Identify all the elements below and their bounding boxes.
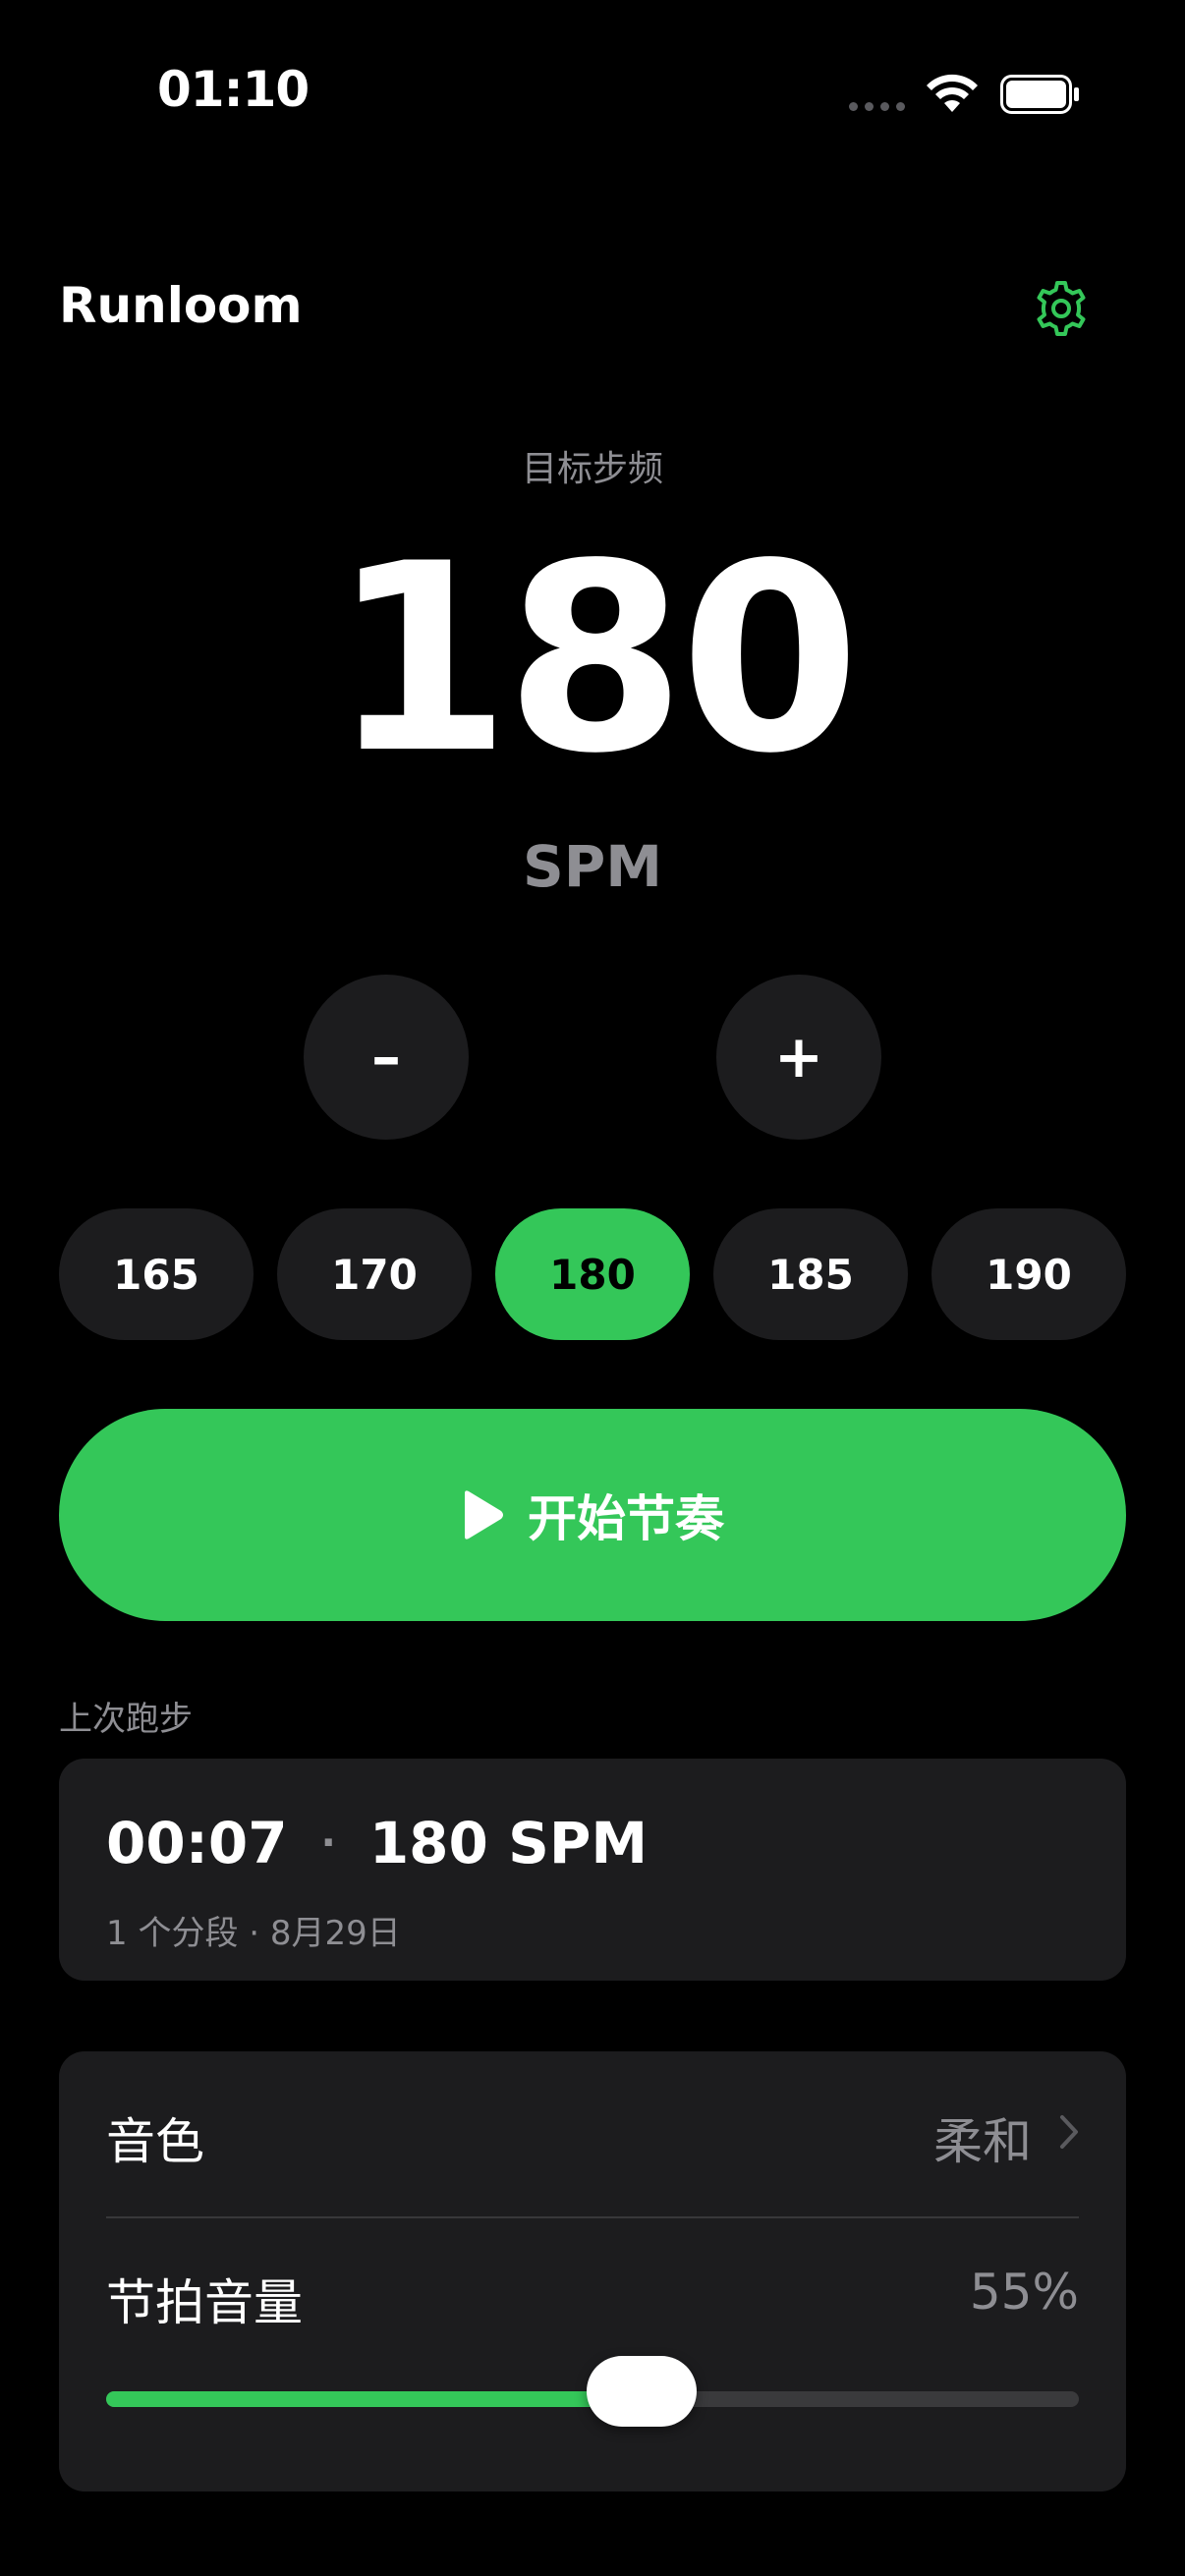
last-run-cadence: 180 SPM [368, 1810, 649, 1876]
tone-row[interactable]: 音色 柔和 [59, 2051, 1126, 2216]
tone-label: 音色 [106, 2113, 204, 2170]
preset-button[interactable]: 165 [59, 1208, 254, 1340]
cadence-value: 180 [330, 509, 860, 811]
separator-dot: · [320, 1820, 336, 1866]
preset-button[interactable]: 190 [931, 1208, 1126, 1340]
volume-value: 55% [969, 2264, 1079, 2321]
divider [106, 2216, 1079, 2218]
chevron-right-icon [1060, 2115, 1078, 2149]
volume-slider-fill [106, 2391, 642, 2407]
sound-settings-card: 音色 柔和 节拍音量 55% [59, 2051, 1126, 2492]
app-title: Runloom [59, 277, 303, 334]
volume-label: 节拍音量 [106, 2274, 303, 2331]
preset-button[interactable]: 180 [495, 1208, 690, 1340]
decrement-button[interactable]: – [304, 975, 469, 1140]
cadence-unit: SPM [523, 833, 662, 900]
gear-icon[interactable] [1030, 277, 1093, 340]
target-cadence-label: 目标步频 [521, 449, 663, 489]
wifi-icon [927, 74, 978, 112]
battery-icon [1000, 75, 1079, 114]
last-run-duration: 00:07 [106, 1810, 288, 1876]
last-run-section-label: 上次跑步 [59, 1700, 193, 1739]
volume-slider[interactable] [106, 2356, 1079, 2427]
play-icon [465, 1490, 503, 1540]
start-rhythm-label: 开始节奏 [528, 1490, 724, 1547]
volume-slider-thumb[interactable] [586, 2356, 697, 2427]
status-time: 01:10 [157, 61, 310, 118]
tone-value: 柔和 [933, 2113, 1032, 2170]
increment-button[interactable]: + [716, 975, 881, 1140]
last-run-card[interactable]: 00:07 · 180 SPM 1 个分段 · 8月29日 [59, 1759, 1126, 1981]
preset-button[interactable]: 185 [713, 1208, 908, 1340]
preset-button[interactable]: 170 [277, 1208, 472, 1340]
preset-row: 165 170 180 185 190 [59, 1208, 1126, 1340]
signal-dots-icon [849, 102, 905, 111]
start-rhythm-button[interactable]: 开始节奏 [59, 1409, 1126, 1621]
last-run-details: 1 个分段 · 8月29日 [106, 1914, 401, 1953]
last-run-summary: 00:07 · 180 SPM [106, 1810, 648, 1876]
